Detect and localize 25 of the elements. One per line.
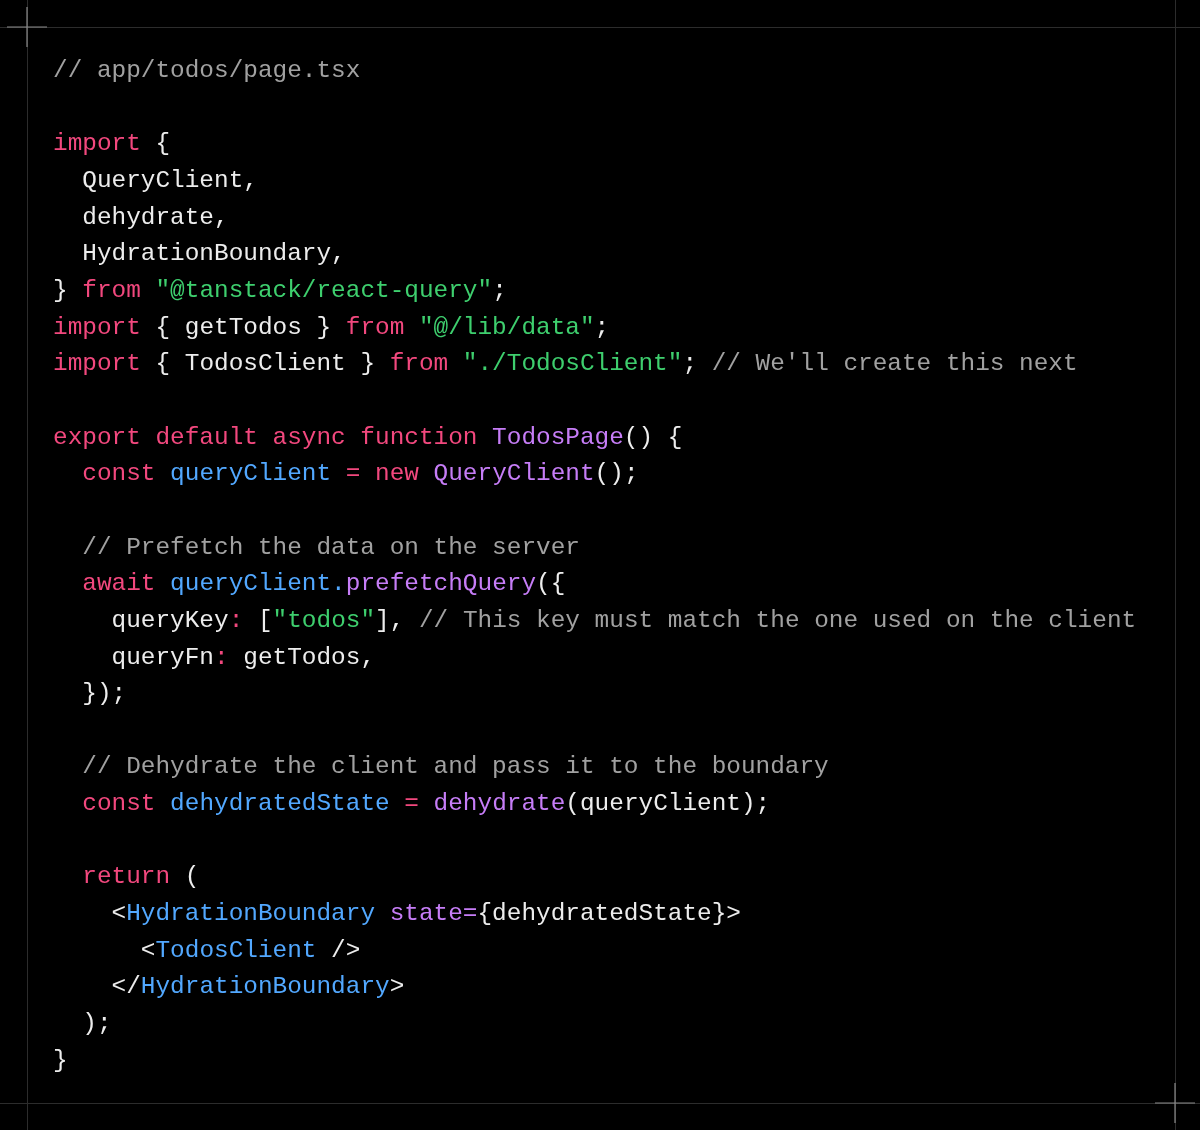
code-line: queryFn: getTodos, <box>110 642 377 673</box>
code-line: const dehydratedState = dehydrate(queryClient); <box>81 789 772 820</box>
code-line: import { getTodos } from "@/lib/data"; <box>53 312 611 343</box>
code-line: QueryClient, <box>81 165 259 196</box>
code-line: </HydrationBoundary> <box>110 972 406 1003</box>
code-line: // Prefetch the data on the server <box>81 532 581 563</box>
code-line: ); <box>81 1009 113 1040</box>
code-line: <HydrationBoundary state={dehydratedState}> <box>110 899 742 930</box>
code-line: import { <box>53 129 172 160</box>
code-line: export default async function TodosPage() { <box>53 422 684 453</box>
code-line: queryKey: ["todos"], // This key must match the one used on the client <box>110 605 1138 636</box>
code-line: }); <box>81 679 128 710</box>
code-line: } <box>53 1045 69 1076</box>
plus-icon <box>1155 1083 1195 1123</box>
code-line: <TodosClient /> <box>139 935 362 966</box>
plus-icon <box>7 7 47 47</box>
code-line: import { TodosClient } from "./TodosClient"; // We'll create this next <box>53 349 1079 380</box>
code-line: await queryClient.prefetchQuery({ <box>81 569 567 600</box>
code-line: return ( <box>81 862 201 893</box>
code-line: HydrationBoundary, <box>81 239 347 270</box>
code-line: // Dehydrate the client and pass it to the boundary <box>81 752 830 783</box>
code-line: } from "@tanstack/react-query"; <box>53 275 508 306</box>
code-line: dehydrate, <box>81 202 230 233</box>
code-line: const queryClient = new QueryClient(); <box>81 459 640 490</box>
code-line: // app/todos/page.tsx <box>53 56 362 86</box>
